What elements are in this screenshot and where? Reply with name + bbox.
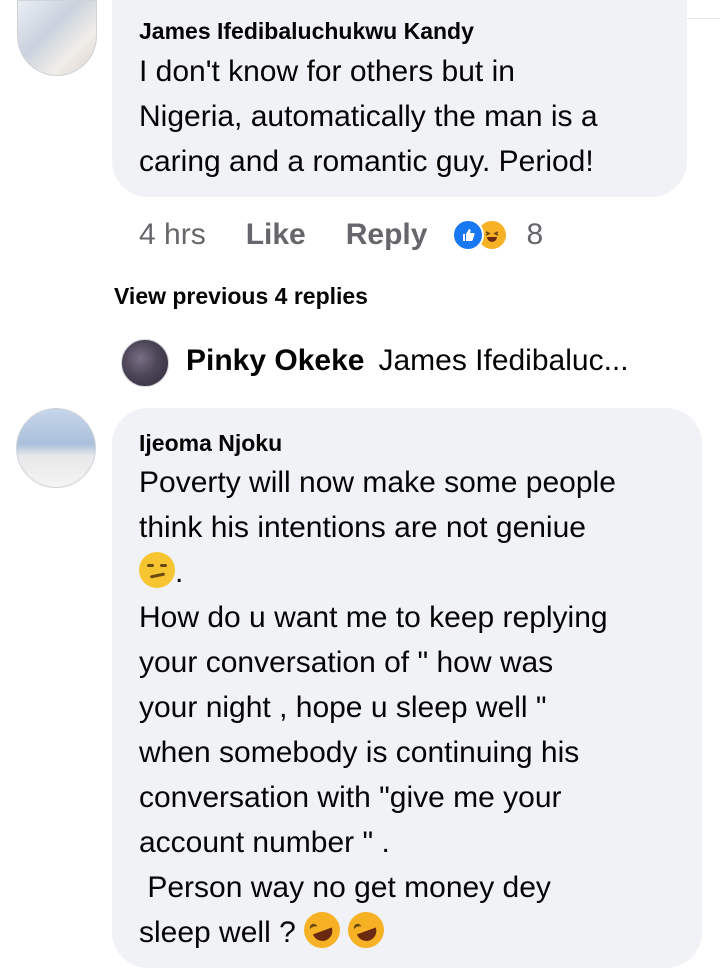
comment-line: think his intentions are not geniue <box>139 511 586 544</box>
avatar[interactable] <box>17 0 97 76</box>
comment-text: Poverty will now make some people think … <box>139 460 616 955</box>
avatar[interactable] <box>16 408 96 488</box>
avatar[interactable] <box>121 339 169 387</box>
reply-snippet: James Ifedibaluc... <box>378 344 629 377</box>
reply-preview[interactable]: Pinky Okeke James Ifedibaluc... <box>186 344 629 378</box>
view-previous-replies-link[interactable]: View previous 4 replies <box>114 283 368 310</box>
reaction-count: 8 <box>526 218 544 251</box>
like-button[interactable]: Like <box>246 218 306 252</box>
reply-button[interactable]: Reply <box>346 218 428 252</box>
comment-line: Poverty will now make some people <box>139 466 616 499</box>
smirk-emoji <box>139 552 175 588</box>
comment-line: Person way no get money dey <box>139 871 551 904</box>
comment-line: sleep well ? <box>139 916 305 949</box>
comment-line: . <box>175 556 184 589</box>
comment-timestamp[interactable]: 4 hrs <box>139 218 206 252</box>
comment-actions: 4 hrs Like Reply 8 <box>139 212 543 258</box>
comment-author[interactable]: Ijeoma Njoku <box>139 430 282 457</box>
rofl-emoji <box>343 906 390 954</box>
reactions-summary[interactable]: 8 <box>452 218 543 252</box>
comment-line: How do u want me to keep replying your c… <box>139 601 608 859</box>
comment-text: I don't know for others but in Nigeria, … <box>139 55 598 178</box>
comment-author[interactable]: James Ifedibaluchukwu Kandy <box>139 18 474 45</box>
reply-author: Pinky Okeke <box>186 344 365 377</box>
rofl-emoji <box>299 906 346 954</box>
